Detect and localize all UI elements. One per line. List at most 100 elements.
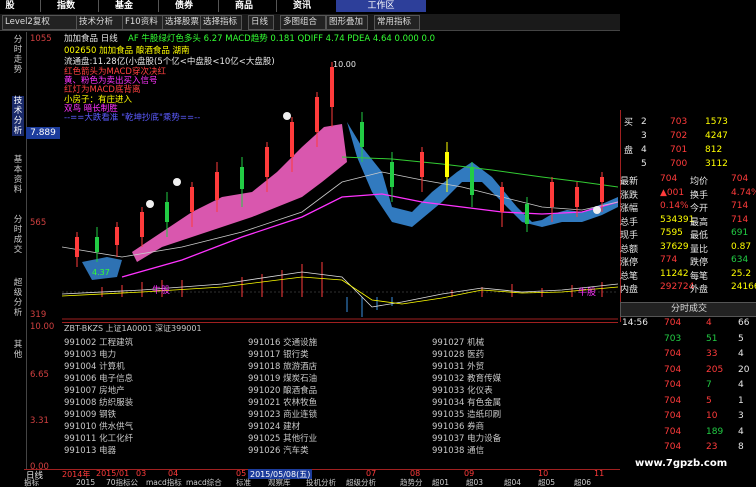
- stat-value: 25.2: [731, 268, 752, 279]
- sector-item[interactable]: 991034 有色金属: [432, 396, 501, 408]
- sector-item[interactable]: 991020 酿酒食品: [248, 384, 317, 396]
- menu-index[interactable]: 指数: [40, 0, 91, 12]
- bottom-tab[interactable]: macd综合: [186, 479, 222, 487]
- stat-value: 11242: [660, 268, 689, 279]
- sector-item[interactable]: 991013 电器: [64, 444, 116, 456]
- menu-workspace[interactable]: 工作区: [336, 0, 426, 12]
- bottom-tab[interactable]: 标准: [236, 479, 251, 487]
- bottom-tab[interactable]: 2015: [76, 479, 95, 487]
- menu-stock[interactable]: 股: [0, 0, 20, 12]
- side-tab-intraday[interactable]: 分时走势: [12, 35, 24, 75]
- sector-item[interactable]: 991009 钢铁: [64, 408, 116, 420]
- tick-price: 704: [664, 426, 682, 437]
- bottom-tab[interactable]: macd指标: [146, 479, 182, 487]
- sector-item[interactable]: 991016 交通设施: [248, 336, 317, 348]
- bottom-tab[interactable]: 超05: [538, 479, 555, 487]
- stat-label: 外盘: [690, 285, 709, 295]
- orderbook-volume: 4247: [705, 131, 728, 141]
- side-tab-basic-info[interactable]: 基本资料: [12, 155, 24, 195]
- toolbar-tech-analysis[interactable]: 技术分析: [76, 15, 124, 30]
- bottom-tab[interactable]: 超03: [466, 479, 483, 487]
- side-tab-other[interactable]: 其他: [12, 340, 24, 360]
- tick-count: 4: [738, 426, 744, 437]
- tick-volume: 23: [706, 442, 718, 452]
- stat-label: 均价: [690, 177, 709, 187]
- site-watermark: www.7gpzb.com: [635, 458, 728, 469]
- toolbar-f10[interactable]: F10资料: [122, 15, 164, 30]
- menu-fund[interactable]: 基金: [98, 0, 149, 12]
- axis-label-mid: 565: [30, 218, 47, 228]
- sector-item[interactable]: 991027 机械: [432, 336, 484, 348]
- bottom-tab[interactable]: 超04: [504, 479, 521, 487]
- sector-item[interactable]: 991008 纺织服装: [64, 396, 133, 408]
- orderbook-level: 2: [641, 117, 647, 127]
- stat-value: 0.14%: [660, 201, 689, 211]
- sector-item[interactable]: 991010 供水供气: [64, 420, 133, 432]
- bottom-tab[interactable]: 超06: [574, 479, 591, 487]
- menu-bond[interactable]: 债券: [158, 0, 209, 12]
- timeline-month-3: 04: [168, 469, 179, 478]
- stat-label: 今开: [690, 204, 709, 214]
- sector-item[interactable]: 991017 银行类: [248, 348, 309, 360]
- toolbar-select-stock[interactable]: 选择股票: [162, 15, 202, 30]
- sector-item[interactable]: 991018 旅游酒店: [248, 360, 317, 372]
- stat-label: 总额: [620, 244, 639, 255]
- toolbar-multi-chart[interactable]: 多图组合: [280, 15, 326, 30]
- toolbar-overlay[interactable]: 图形叠加: [326, 15, 368, 30]
- side-tab-trades[interactable]: 分时成交: [12, 215, 24, 255]
- toolbar-select-indicator[interactable]: 选择指标: [200, 15, 242, 30]
- orderbook-side-buy: 买: [624, 118, 634, 128]
- bottom-tab[interactable]: 70指标公: [106, 479, 138, 487]
- side-tab-super-analysis[interactable]: 超级分析: [12, 278, 24, 318]
- sector-item[interactable]: 991032 教育传媒: [432, 372, 501, 384]
- bottom-tab[interactable]: 观察库: [268, 479, 291, 487]
- toolbar-daily[interactable]: 日线: [248, 15, 274, 30]
- sector-item[interactable]: 991038 通信: [432, 444, 484, 456]
- toolbar-level2[interactable]: Level2复权: [2, 15, 78, 30]
- sector-item[interactable]: 991023 商业连锁: [248, 408, 317, 420]
- stat-value: 691: [731, 228, 749, 238]
- current-price-marker: 7.889: [26, 127, 60, 139]
- bottom-tab[interactable]: 投机分析: [306, 479, 336, 487]
- sector-item[interactable]: 991028 医药: [432, 348, 484, 360]
- bottom-tab[interactable]: 超01: [432, 479, 449, 487]
- sector-item[interactable]: 991011 化工化纤: [64, 432, 133, 444]
- bottom-tab[interactable]: 超级分析: [346, 479, 376, 487]
- indicator-header: AF 牛股绿灯色多头 6.27 MACD趋势 0.181 QDIFF 4.74 …: [128, 34, 436, 44]
- sector-item[interactable]: 991025 其他行业: [248, 432, 317, 444]
- chart-stock-title: 加加食品 日线: [64, 34, 118, 44]
- bottom-tab[interactable]: 趋势分: [400, 479, 423, 487]
- sector-item[interactable]: 991003 电力: [64, 348, 116, 360]
- orderbook-side-pan: 盘: [624, 146, 634, 156]
- sector-item[interactable]: 991002 工程建筑: [64, 336, 133, 348]
- sector-item[interactable]: 991007 房地产: [64, 384, 125, 396]
- tick-price: 704: [664, 349, 682, 359]
- pink-trend-band: [132, 124, 347, 262]
- sector-item[interactable]: 991026 汽车类: [248, 444, 309, 456]
- sector-item[interactable]: 991006 电子信息: [64, 372, 133, 384]
- sector-item[interactable]: 991004 计算机: [64, 360, 125, 372]
- sector-item[interactable]: 991037 电力设备: [432, 432, 501, 444]
- menu-news[interactable]: 资讯: [276, 0, 327, 12]
- timeline-month-8: 09: [464, 469, 475, 478]
- sector-item[interactable]: 991024 建材: [248, 420, 300, 432]
- sector-item[interactable]: 991031 外贸: [432, 360, 484, 372]
- menu-commodity[interactable]: 商品: [218, 0, 269, 12]
- tick-price: 704: [664, 380, 682, 390]
- sector-item[interactable]: 991033 化仪表: [432, 384, 493, 396]
- bottom-tab[interactable]: 指标: [24, 479, 39, 487]
- side-tab-technical[interactable]: 技术分析: [12, 96, 24, 136]
- ticks-tab[interactable]: 分时成交: [620, 302, 756, 317]
- sector-item[interactable]: 991019 煤炭石油: [248, 372, 317, 384]
- sector-item[interactable]: 991035 造纸印刷: [432, 408, 501, 420]
- tick-count: 66: [738, 318, 750, 328]
- tick-volume: 51: [706, 333, 718, 344]
- tick-time: 14:56: [622, 318, 648, 328]
- stat-value: 7595: [660, 228, 683, 238]
- sector-item[interactable]: 991021 农林牧鱼: [248, 396, 317, 408]
- peak-price-label: 10.00: [333, 60, 356, 69]
- toolbar-common-indicator[interactable]: 常用指标: [374, 15, 420, 30]
- timeline-month-9: 10: [538, 469, 549, 478]
- orderbook-price: 702: [670, 131, 688, 141]
- sector-item[interactable]: 991036 券商: [432, 420, 484, 432]
